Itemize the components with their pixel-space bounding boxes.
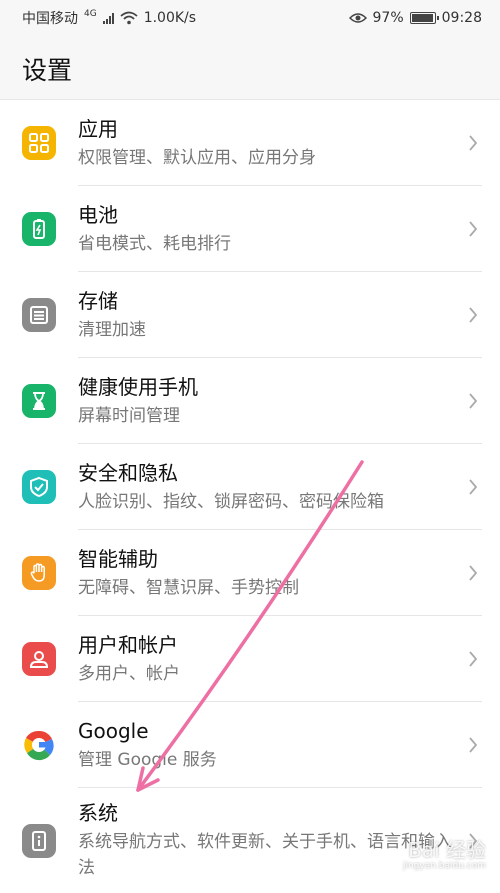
chevron-right-icon xyxy=(469,135,478,151)
item-title: 存储 xyxy=(78,288,118,313)
page-title: 设置 xyxy=(22,56,73,85)
network-type: 4G xyxy=(84,9,97,19)
settings-item-users[interactable]: 用户和帐户 多用户、帐户 xyxy=(0,616,500,702)
chevron-right-icon xyxy=(469,737,478,753)
item-subtitle: 管理 Google 服务 xyxy=(78,749,217,770)
info-icon xyxy=(22,823,56,858)
carrier-label: 中国移动 xyxy=(22,11,78,27)
chevron-right-icon xyxy=(469,651,478,667)
network-speed: 1.00K/s xyxy=(143,10,197,26)
header: 设置 xyxy=(0,36,500,100)
battery-percent: 97% xyxy=(372,10,404,26)
watermark-url: jingyan.baidu.com xyxy=(402,861,486,871)
apps-icon xyxy=(22,126,56,160)
item-title: 安全和隐私 xyxy=(78,460,178,485)
status-bar: 中国移动 4G 1.00K/s 97% 09:28 xyxy=(0,0,500,36)
google-icon xyxy=(22,728,56,762)
item-subtitle: 屏幕时间管理 xyxy=(78,405,180,426)
settings-item-google[interactable]: Google 管理 Google 服务 xyxy=(0,702,500,788)
item-title: 应用 xyxy=(78,116,118,141)
chevron-right-icon xyxy=(469,565,478,581)
chevron-right-icon xyxy=(469,393,478,409)
signal-icon xyxy=(102,12,114,24)
item-title: 健康使用手机 xyxy=(78,374,198,399)
item-subtitle: 省电模式、耗电排行 xyxy=(78,233,231,254)
item-subtitle: 无障碍、智慧识屏、手势控制 xyxy=(78,577,299,598)
chevron-right-icon xyxy=(469,221,478,237)
settings-list: 应用 权限管理、默认应用、应用分身 电池 省电模式、耗电排行 存储 清理加速 健… xyxy=(0,100,500,893)
battery-icon xyxy=(22,212,56,246)
item-title: 电池 xyxy=(78,202,118,227)
item-title: 用户和帐户 xyxy=(78,632,178,657)
chevron-right-icon xyxy=(469,307,478,323)
battery-fill xyxy=(411,14,433,22)
settings-item-apps[interactable]: 应用 权限管理、默认应用、应用分身 xyxy=(0,100,500,186)
chevron-right-icon xyxy=(469,479,478,495)
wifi-icon xyxy=(120,11,138,25)
item-subtitle: 多用户、帐户 xyxy=(78,663,180,684)
settings-item-security[interactable]: 安全和隐私 人脸识别、指纹、锁屏密码、密码保险箱 xyxy=(0,444,500,530)
watermark-text: Bai 经验 xyxy=(408,838,486,862)
battery-status-icon xyxy=(409,12,439,24)
shield-icon xyxy=(22,470,56,504)
settings-item-digital-balance[interactable]: 健康使用手机 屏幕时间管理 xyxy=(0,358,500,444)
clock: 09:28 xyxy=(441,10,482,26)
watermark-logo: Bai 经验 jingyan.baidu.com xyxy=(403,839,486,871)
item-subtitle: 清理加速 xyxy=(78,319,146,340)
item-title: Google xyxy=(78,718,149,743)
settings-item-battery[interactable]: 电池 省电模式、耗电排行 xyxy=(0,186,500,272)
item-subtitle: 权限管理、默认应用、应用分身 xyxy=(78,147,316,168)
hourglass-icon xyxy=(22,384,56,418)
item-title: 智能辅助 xyxy=(78,546,158,571)
hand-icon xyxy=(22,556,56,590)
item-subtitle: 人脸识别、指纹、锁屏密码、密码保险箱 xyxy=(78,491,384,512)
user-icon xyxy=(22,642,56,676)
storage-icon xyxy=(22,298,56,332)
item-title: 系统 xyxy=(78,801,118,825)
settings-item-storage[interactable]: 存储 清理加速 xyxy=(0,272,500,358)
settings-item-smart-assistance[interactable]: 智能辅助 无障碍、智慧识屏、手势控制 xyxy=(0,530,500,616)
eye-comfort-icon xyxy=(348,12,367,24)
